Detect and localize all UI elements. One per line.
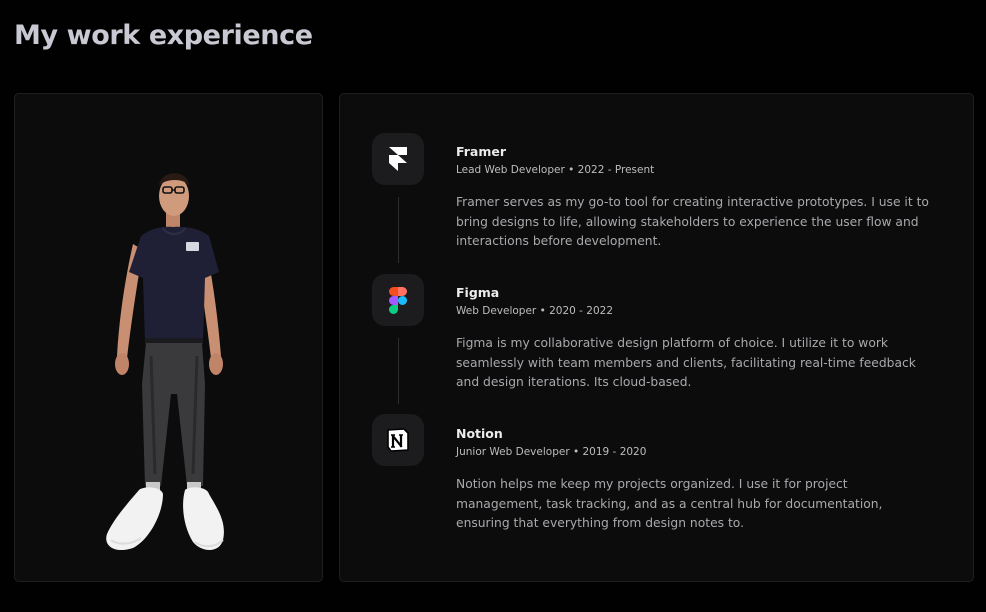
timeline-connector bbox=[398, 197, 399, 263]
experience-title: Notion bbox=[456, 426, 503, 441]
experience-entry-figma: Figma Web Developer • 2020 - 2022 Figma … bbox=[456, 284, 936, 393]
page-title: My work experience bbox=[14, 20, 313, 51]
experience-title: Framer bbox=[456, 144, 507, 159]
notion-icon bbox=[387, 428, 409, 452]
avatar-3d-figure bbox=[106, 173, 224, 551]
experience-entry-framer: Framer Lead Web Developer • 2022 - Prese… bbox=[456, 143, 936, 252]
figma-icon-tile bbox=[372, 274, 424, 326]
notion-icon-tile bbox=[372, 414, 424, 466]
figma-icon bbox=[389, 286, 407, 314]
framer-icon-tile bbox=[372, 133, 424, 185]
experience-entry-notion: Notion Junior Web Developer • 2019 - 202… bbox=[456, 425, 936, 534]
avatar-card bbox=[14, 93, 323, 582]
experience-role-dates: Junior Web Developer • 2019 - 2020 bbox=[456, 446, 647, 458]
experience-description: Framer serves as my go-to tool for creat… bbox=[456, 195, 929, 248]
framer-icon bbox=[389, 147, 407, 171]
experience-card: Framer Lead Web Developer • 2022 - Prese… bbox=[339, 93, 974, 582]
timeline-connector bbox=[398, 338, 399, 404]
experience-description: Figma is my collaborative design platfor… bbox=[456, 336, 916, 389]
experience-role-dates: Lead Web Developer • 2022 - Present bbox=[456, 164, 655, 176]
experience-description: Notion helps me keep my projects organiz… bbox=[456, 477, 883, 530]
experience-title: Figma bbox=[456, 285, 500, 300]
experience-role-dates: Web Developer • 2020 - 2022 bbox=[456, 305, 614, 317]
